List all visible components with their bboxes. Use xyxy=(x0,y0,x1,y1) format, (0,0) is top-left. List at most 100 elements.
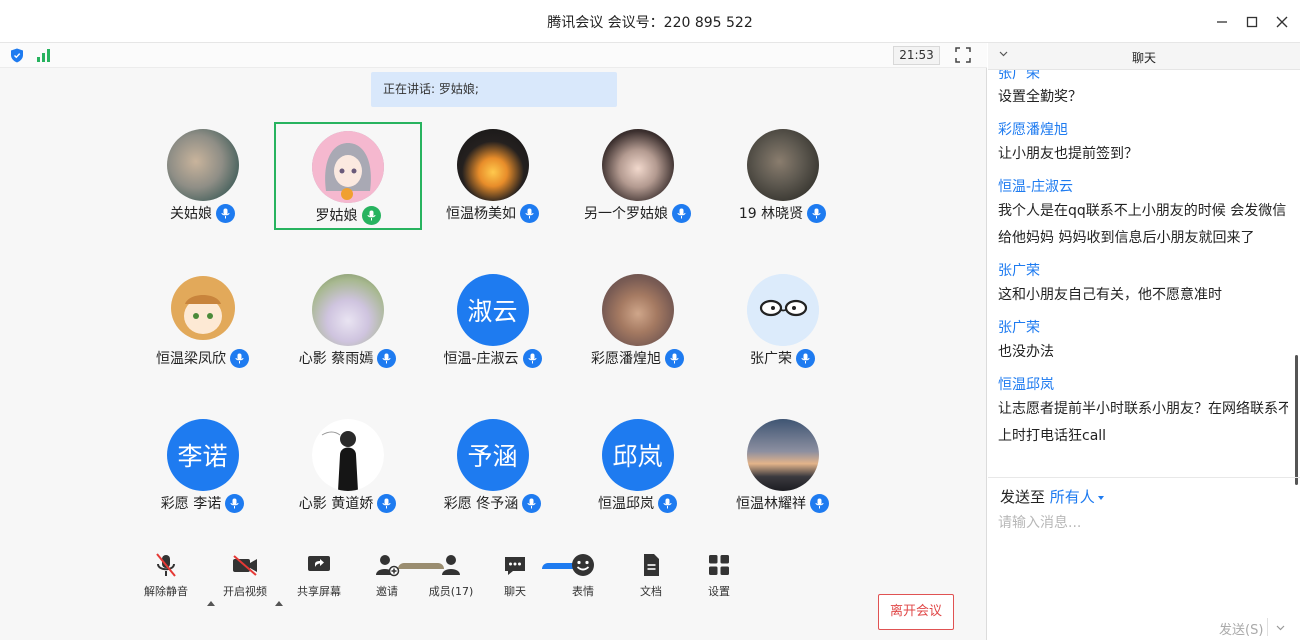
avatar: 予涵 xyxy=(456,419,529,491)
avatar xyxy=(746,129,819,201)
avatar xyxy=(311,274,384,346)
reactions-label: 表情 xyxy=(572,585,594,598)
message-text: 设置全勤奖？ xyxy=(998,89,1082,105)
maximize-icon[interactable] xyxy=(1240,10,1264,34)
participant-name: 彩愿 李诺 xyxy=(160,496,222,512)
message-text: 让小朋友也提前签到？ xyxy=(998,146,1138,162)
avatar xyxy=(456,129,529,201)
avatar: 李诺 xyxy=(166,419,239,491)
close-icon[interactable] xyxy=(1270,10,1294,34)
docs-button[interactable]: 文档 xyxy=(621,547,681,637)
chat-label: 聊天 xyxy=(504,585,526,598)
avatar xyxy=(166,129,239,201)
microphone-icon xyxy=(796,348,815,368)
chat-compose: 发送至 所有人 请输入消息... 发送(S) xyxy=(988,477,1300,640)
message-sender: 张广荣 xyxy=(998,320,1040,336)
meeting-clock: 21:53 xyxy=(893,46,940,65)
participant-tile[interactable]: 邱岚 恒温邱岚 xyxy=(565,413,710,518)
shield-icon[interactable] xyxy=(10,48,24,63)
unmute-button[interactable]: 解除静音 xyxy=(136,547,196,637)
settings-button[interactable]: 设置 xyxy=(689,547,749,637)
members-button[interactable]: 成员(17) xyxy=(421,547,481,637)
signal-strength-icon[interactable] xyxy=(36,49,52,62)
settings-label: 设置 xyxy=(708,585,730,598)
message-input[interactable]: 请输入消息... xyxy=(998,512,1081,532)
active-speaker-banner: 正在讲话: 罗姑娘; xyxy=(371,72,617,107)
message-sender: 张广荣 xyxy=(998,70,1040,82)
send-to-selector[interactable]: 发送至 所有人 xyxy=(1000,486,1104,507)
share-screen-button[interactable]: 共享屏幕 xyxy=(289,547,349,637)
video-options-caret[interactable] xyxy=(275,601,283,606)
message-text: 这和小朋友自己有关，他不愿意准时 xyxy=(998,287,1222,303)
microphone-icon xyxy=(522,348,542,368)
participant-name: 关姑娘 xyxy=(170,206,212,222)
avatar xyxy=(746,419,819,491)
microphone-icon xyxy=(230,348,249,368)
participant-tile[interactable]: 李诺 彩愿 李诺 xyxy=(130,413,275,518)
microphone-icon xyxy=(665,348,684,368)
members-label: 成员(17) xyxy=(428,585,474,598)
chat-message-list: 张广荣 设置全勤奖？ 彩愿潘煌旭 让小朋友也提前签到？ 恒温-庄淑云 我个人是在… xyxy=(988,70,1288,477)
microphone-icon xyxy=(522,493,542,513)
start-video-button[interactable]: 开启视频 xyxy=(215,547,275,637)
participant-tile[interactable]: 恒温梁凤欣 xyxy=(130,268,275,373)
participant-name: 恒温杨美如 xyxy=(446,206,516,222)
meeting-toolbar: 解除静音 开启视频 共享屏幕 邀请 成员(17) 聊天 表情 文档 设置 xyxy=(0,547,987,640)
participant-tile[interactable]: 张广荣 xyxy=(710,268,855,373)
participant-tile[interactable]: 关姑娘 xyxy=(130,123,275,228)
status-strip: 21:53 xyxy=(0,43,987,68)
window-title: 腾讯会议 会议号：220 895 522 xyxy=(547,15,753,31)
participant-tile[interactable]: 心影 黄道娇 xyxy=(275,413,420,518)
participant-tile[interactable]: 19 林晓贤 xyxy=(710,123,855,228)
participant-name: 恒温梁凤欣 xyxy=(156,351,226,367)
microphone-icon xyxy=(810,493,829,513)
reactions-button[interactable]: 表情 xyxy=(553,547,613,637)
invite-user-icon xyxy=(376,555,400,577)
microphone-icon xyxy=(520,203,539,223)
microphone-icon xyxy=(225,493,245,513)
send-to-target[interactable]: 所有人 xyxy=(1050,488,1095,506)
participant-name: 心影 黄道娇 xyxy=(298,496,374,512)
send-to-label: 发送至 xyxy=(1000,488,1046,506)
participant-name: 恒温林耀祥 xyxy=(736,496,806,512)
avatar xyxy=(166,274,239,346)
chat-panel: 聊天 张广荣 设置全勤奖？ 彩愿潘煌旭 让小朋友也提前签到？ 恒温-庄淑云 我个… xyxy=(988,43,1300,640)
chat-button[interactable]: 聊天 xyxy=(485,547,545,637)
send-button[interactable]: 发送(S) xyxy=(1219,619,1263,638)
message-text: 让志愿者提前半小时联系小朋友？在网络联系不上时打电话狂call xyxy=(998,401,1288,444)
unmute-label: 解除静音 xyxy=(144,585,188,598)
participant-tile[interactable]: 心影 蔡雨嫣 xyxy=(275,268,420,373)
leave-meeting-button[interactable]: 离开会议 xyxy=(878,594,954,630)
audio-options-caret[interactable] xyxy=(207,601,215,606)
participant-name: 恒温邱岚 xyxy=(598,496,654,512)
invite-button[interactable]: 邀请 xyxy=(357,547,417,637)
avatar xyxy=(746,274,819,346)
start-video-label: 开启视频 xyxy=(223,585,267,598)
participant-tile[interactable]: 恒温林耀祥 xyxy=(710,413,855,518)
participant-tile-active[interactable]: 罗姑娘 xyxy=(274,122,422,230)
avatar xyxy=(601,129,674,201)
send-options-chevron-icon[interactable] xyxy=(1276,625,1285,631)
invite-label: 邀请 xyxy=(376,585,398,598)
microphone-icon xyxy=(216,203,235,223)
message-sender: 张广荣 xyxy=(998,263,1040,279)
avatar xyxy=(312,131,384,203)
participant-name: 恒温-庄淑云 xyxy=(443,351,519,367)
microphone-muted-icon xyxy=(156,553,176,577)
chat-header: 聊天 xyxy=(988,43,1300,70)
minimize-icon[interactable] xyxy=(1210,10,1234,34)
participant-tile[interactable]: 恒温杨美如 xyxy=(420,123,565,228)
fullscreen-icon[interactable] xyxy=(955,47,971,63)
participant-tile[interactable]: 予涵 彩愿 佟予涵 xyxy=(420,413,565,518)
message-sender: 彩愿潘煌旭 xyxy=(998,122,1068,138)
title-bar: 腾讯会议 会议号：220 895 522 xyxy=(0,0,1300,43)
microphone-icon xyxy=(807,203,827,223)
participant-tile[interactable]: 彩愿潘煌旭 xyxy=(565,268,710,373)
participant-tile[interactable]: 另一个罗姑娘 xyxy=(565,123,710,228)
docs-label: 文档 xyxy=(640,585,662,598)
participant-tile[interactable]: 淑云 恒温-庄淑云 xyxy=(420,268,565,373)
microphone-icon xyxy=(377,348,397,368)
chat-scrollbar[interactable] xyxy=(1295,355,1298,485)
microphone-icon xyxy=(672,203,691,223)
send-separator xyxy=(1267,618,1268,636)
